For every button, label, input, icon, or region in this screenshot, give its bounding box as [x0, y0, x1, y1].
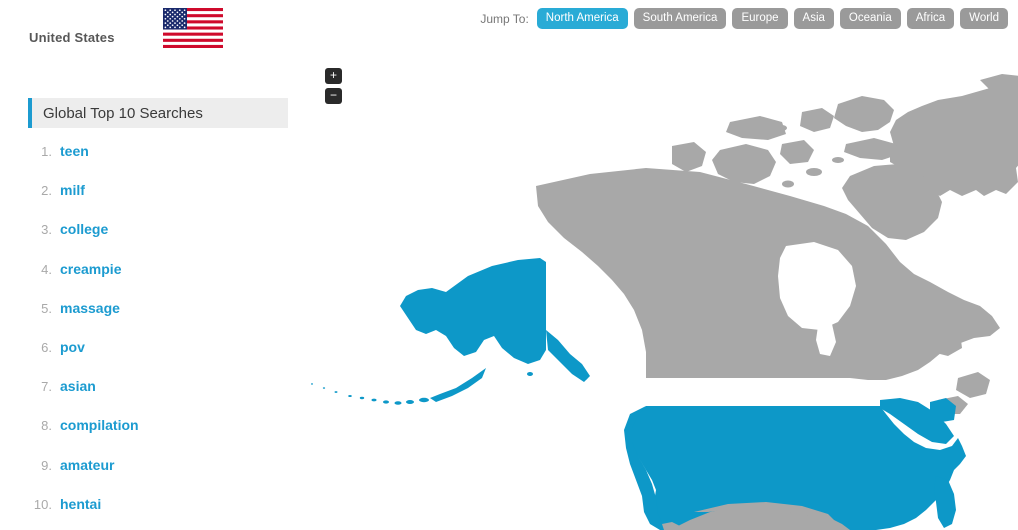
list-item-rank: 4.	[41, 261, 52, 277]
list-item: 3. college	[0, 210, 300, 249]
list-item-rank: 6.	[41, 339, 52, 355]
list-item-rank: 3.	[41, 222, 52, 238]
search-term-link[interactable]: amateur	[60, 446, 114, 485]
search-term-link[interactable]: milf	[60, 171, 85, 210]
zoom-in-button[interactable]: +	[325, 68, 342, 84]
list-item: 2. milf	[0, 171, 300, 210]
list-item: 10. hentai	[0, 485, 300, 524]
jump-button-asia[interactable]: Asia	[793, 8, 834, 29]
list-item-rank: 9.	[41, 457, 52, 473]
zoom-out-button[interactable]: −	[325, 88, 342, 104]
list-item: 8. compilation	[0, 406, 300, 445]
country-header: United States	[0, 0, 300, 70]
list-item-rank: 7.	[41, 379, 52, 395]
jump-button-world[interactable]: World	[960, 8, 1008, 29]
north-america-map[interactable]	[300, 0, 1018, 530]
search-term-link[interactable]: teen	[60, 132, 89, 171]
jump-button-oceania[interactable]: Oceania	[839, 8, 901, 29]
jump-button-south-america[interactable]: South America	[633, 8, 727, 29]
jump-button-europe[interactable]: Europe	[732, 8, 788, 29]
list-item-rank: 10.	[33, 496, 52, 512]
list-item: 9. amateur	[0, 446, 300, 485]
list-item: 5. massage	[0, 289, 300, 328]
us-flag-icon	[163, 8, 223, 48]
list-item: 4. creampie	[0, 250, 300, 289]
search-term-link[interactable]: compilation	[60, 406, 139, 445]
panel-title: Global Top 10 Searches	[43, 104, 203, 122]
list-item: 7. asian	[0, 367, 300, 406]
jump-button-africa[interactable]: Africa	[906, 8, 955, 29]
search-term-link[interactable]: creampie	[60, 250, 121, 289]
list-item: 6. pov	[0, 328, 300, 367]
list-item-rank: 5.	[41, 300, 52, 316]
list-item-rank: 2.	[41, 183, 52, 199]
top-searches-list: 1. teen 2. milf 3. college 4. creampie 5…	[0, 132, 300, 524]
jump-to-label: Jump To:	[480, 11, 529, 26]
list-item-rank: 8.	[41, 418, 52, 434]
search-term-link[interactable]: asian	[60, 367, 96, 406]
search-term-link[interactable]: hentai	[60, 485, 101, 524]
map-zoom-controls[interactable]: + −	[325, 68, 342, 108]
search-term-link[interactable]: college	[60, 210, 108, 249]
jump-to-nav: Jump To: North America South America Eur…	[480, 8, 1008, 29]
sidebar-panel: United States Global Top 10 Searches 1. …	[0, 0, 300, 530]
panel-title-bar: Global Top 10 Searches	[28, 98, 288, 128]
country-title: United States	[29, 30, 115, 45]
page-root: + − Jump To: North America South America…	[0, 0, 1018, 530]
search-term-link[interactable]: pov	[60, 328, 85, 367]
list-item: 1. teen	[0, 132, 300, 171]
jump-button-north-america[interactable]: North America	[536, 8, 628, 29]
list-item-rank: 1.	[41, 144, 52, 159]
world-map-canvas[interactable]	[300, 0, 1018, 530]
search-term-link[interactable]: massage	[60, 289, 120, 328]
